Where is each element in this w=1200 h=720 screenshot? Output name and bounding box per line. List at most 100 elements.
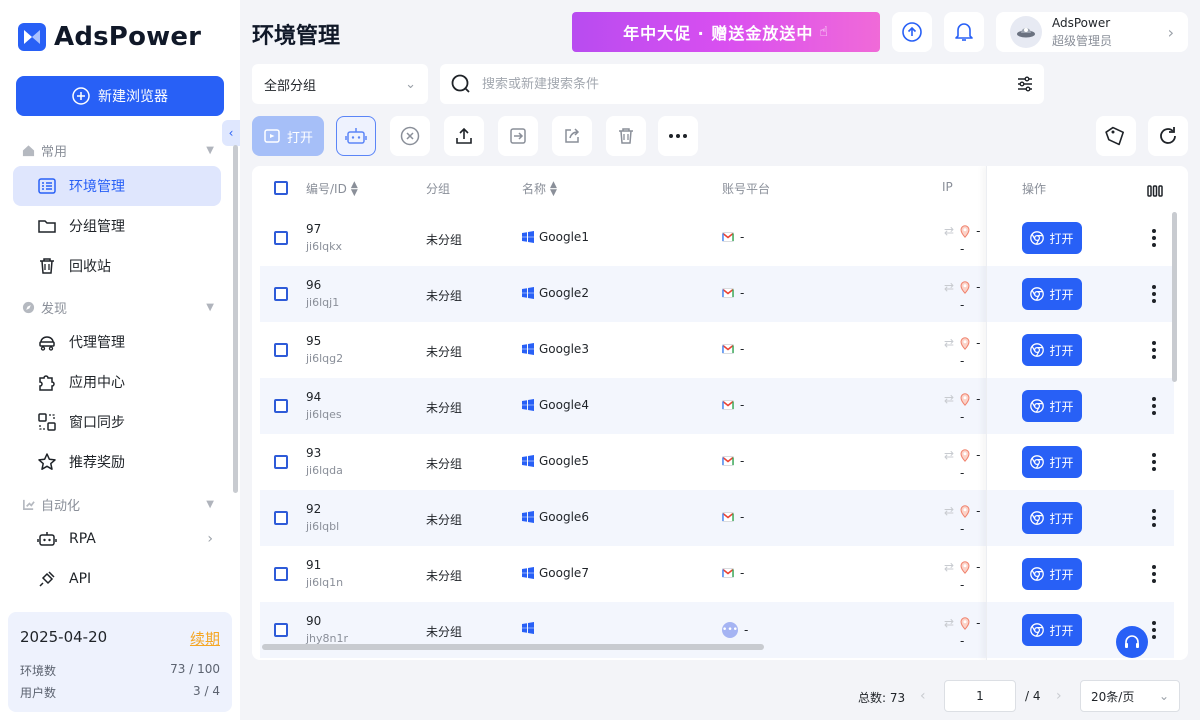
- row-open-button[interactable]: 打开: [1022, 222, 1082, 254]
- row-checkbox[interactable]: [274, 399, 288, 413]
- delete-button[interactable]: [606, 116, 646, 156]
- search-input[interactable]: [482, 76, 1006, 92]
- profile-id: ji6lqg2: [306, 352, 344, 365]
- sidebar-item-api[interactable]: API: [13, 559, 221, 599]
- row-open-label: 打开: [1049, 511, 1074, 526]
- sidebar-item-trash[interactable]: 回收站: [13, 246, 221, 286]
- promo-banner[interactable]: 年中大促 · 赠送金放送中 ☝: [572, 12, 880, 52]
- sidebar-item-rpa[interactable]: RPA ›: [13, 519, 221, 559]
- upload-sync-button[interactable]: [892, 12, 932, 52]
- row-checkbox[interactable]: [274, 623, 288, 637]
- row-open-button[interactable]: 打开: [1022, 558, 1082, 590]
- sidebar: AdsPower 新建浏览器 ‹ 常用 ▼ 环境管理 分组管理 回收站 发现 ▼…: [0, 0, 240, 720]
- row-checkbox[interactable]: [274, 231, 288, 245]
- profile-number: 91: [306, 558, 322, 572]
- profile-name-cell: [522, 622, 539, 634]
- row-open-button[interactable]: 打开: [1022, 502, 1082, 534]
- user-menu[interactable]: AdsPower 超级管理员 ›: [996, 12, 1188, 52]
- section-automation[interactable]: 自动化 ▼: [22, 494, 214, 514]
- row-more-button[interactable]: [1151, 284, 1157, 308]
- close-browsers-button[interactable]: [390, 116, 430, 156]
- horizontal-scrollbar[interactable]: [262, 644, 764, 650]
- sidebar-scrollbar[interactable]: [233, 145, 238, 493]
- section-discover[interactable]: 发现 ▼: [22, 297, 214, 317]
- row-more-button[interactable]: [1151, 564, 1157, 588]
- sidebar-item-groups[interactable]: 分组管理: [13, 206, 221, 246]
- col-header-name[interactable]: 名称 ▲ ▼: [522, 180, 557, 197]
- share-icon: [565, 128, 580, 143]
- row-checkbox[interactable]: [274, 567, 288, 581]
- row-checkbox[interactable]: [274, 343, 288, 357]
- row-more-button[interactable]: [1151, 396, 1157, 420]
- location-pin-icon: [960, 448, 970, 462]
- row-checkbox[interactable]: [274, 511, 288, 525]
- sidebar-item-environments[interactable]: 环境管理: [13, 166, 221, 206]
- profile-name: Google5: [539, 454, 589, 468]
- ip-location: -: [960, 578, 965, 592]
- windows-icon: [522, 287, 534, 299]
- ip-cell: ⇄ -: [944, 280, 980, 294]
- brand-logo[interactable]: AdsPower: [18, 22, 201, 52]
- page-input[interactable]: [944, 680, 1016, 712]
- renew-link[interactable]: 续期: [190, 628, 220, 649]
- more-actions-button[interactable]: [658, 116, 698, 156]
- env-count-value: 73 / 100: [170, 662, 220, 676]
- more-vertical-icon: [1152, 453, 1156, 471]
- col-header-name-label: 名称: [522, 182, 547, 196]
- sidebar-item-app-center[interactable]: 应用中心: [13, 362, 221, 402]
- move-group-button[interactable]: [498, 116, 538, 156]
- ip-cell: ⇄ -: [944, 616, 980, 630]
- ip-cell: ⇄ -: [944, 448, 980, 462]
- user-count-label: 用户数: [20, 686, 57, 700]
- sidebar-item-proxy[interactable]: 代理管理: [13, 322, 221, 362]
- platform-value: -: [740, 342, 745, 356]
- row-checkbox[interactable]: [274, 287, 288, 301]
- vertical-scrollbar[interactable]: [1172, 212, 1177, 382]
- column-settings-button[interactable]: [1147, 182, 1163, 201]
- page-size-select[interactable]: 20条/页 ⌄: [1080, 680, 1180, 712]
- sidebar-item-label: 窗口同步: [69, 415, 125, 431]
- bulk-open-label: 打开: [286, 130, 313, 146]
- collapse-sidebar-button[interactable]: ‹: [222, 120, 240, 146]
- tag-button[interactable]: [1096, 116, 1136, 156]
- row-open-button[interactable]: 打开: [1022, 614, 1082, 646]
- select-all-checkbox[interactable]: [274, 181, 288, 195]
- platform-cell: -: [722, 286, 744, 300]
- row-open-button[interactable]: 打开: [1022, 334, 1082, 366]
- profile-number: 92: [306, 502, 322, 516]
- search-icon: [451, 74, 470, 93]
- row-more-button[interactable]: [1151, 508, 1157, 532]
- sidebar-item-rewards[interactable]: 推荐奖励: [13, 442, 221, 482]
- profile-number: 90: [306, 614, 322, 628]
- bulk-open-button[interactable]: 打开: [252, 116, 324, 156]
- platform-cell: -: [722, 566, 744, 580]
- profile-name: Google2: [539, 286, 589, 300]
- notifications-button[interactable]: [944, 12, 984, 52]
- row-open-button[interactable]: 打开: [1022, 390, 1082, 422]
- row-open-button[interactable]: 打开: [1022, 446, 1082, 478]
- row-more-button[interactable]: [1151, 228, 1157, 252]
- rpa-button[interactable]: [336, 116, 376, 156]
- section-common[interactable]: 常用 ▼: [22, 140, 214, 160]
- export-button[interactable]: [444, 116, 484, 156]
- row-more-button[interactable]: [1151, 620, 1157, 644]
- row-more-button[interactable]: [1151, 340, 1157, 364]
- next-page-button[interactable]: ›: [1056, 688, 1062, 704]
- prev-page-button[interactable]: ‹: [920, 688, 926, 704]
- profile-name: Google7: [539, 566, 589, 580]
- profile-number: 96: [306, 278, 322, 292]
- row-checkbox[interactable]: [274, 455, 288, 469]
- support-button[interactable]: [1116, 626, 1148, 658]
- share-button[interactable]: [552, 116, 592, 156]
- sidebar-item-window-sync[interactable]: 窗口同步: [13, 402, 221, 442]
- group-select[interactable]: 全部分组 ⌄: [252, 64, 428, 104]
- new-browser-button[interactable]: 新建浏览器: [16, 76, 224, 116]
- filter-sliders-icon[interactable]: [1016, 75, 1034, 93]
- platform-cell: -: [722, 342, 744, 356]
- ip-value: -: [976, 504, 981, 518]
- refresh-button[interactable]: [1148, 116, 1188, 156]
- col-header-id[interactable]: 编号/ID ▲ ▼: [306, 180, 358, 197]
- row-open-button[interactable]: 打开: [1022, 278, 1082, 310]
- proxy-icon: [39, 336, 55, 351]
- row-more-button[interactable]: [1151, 452, 1157, 476]
